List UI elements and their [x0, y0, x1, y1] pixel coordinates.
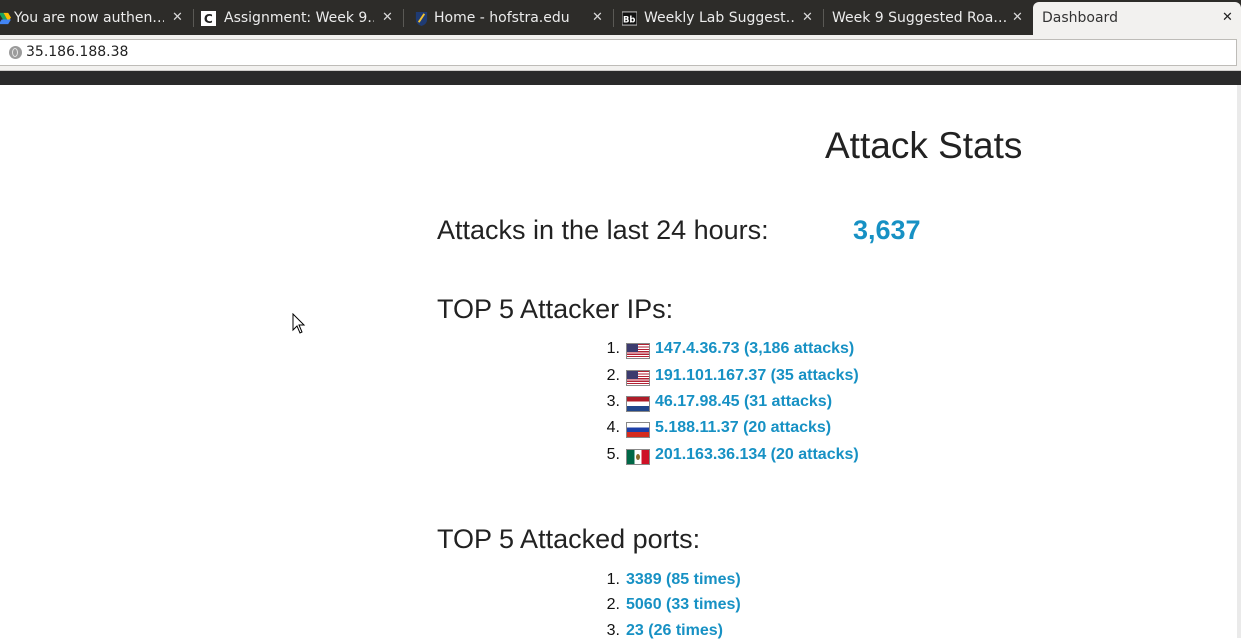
list-number: 3.: [606, 622, 620, 639]
list-number: 4.: [606, 419, 620, 436]
close-tab-icon[interactable]: ✕: [382, 2, 393, 34]
top-ports-heading: TOP 5 Attacked ports:: [437, 524, 701, 554]
list-number: 1.: [606, 571, 620, 588]
tab-label: Assignment: Week 9…: [224, 10, 374, 26]
mouse-cursor-icon: [292, 313, 306, 334]
list-number: 5.: [606, 446, 620, 463]
tab-label: Home - hofstra.edu: [434, 10, 570, 26]
google-drive-icon: [0, 12, 11, 25]
tab-dashboard[interactable]: Dashboard ✕: [1033, 2, 1241, 35]
site-header-bar: [0, 71, 1241, 85]
globe-icon: [9, 46, 22, 59]
mexico-flag-icon: [626, 449, 650, 465]
attacker-ip-link[interactable]: 201.163.36.134 (20 attacks): [655, 446, 859, 464]
attacker-ip-link[interactable]: 46.17.98.45 (31 attacks): [655, 393, 832, 411]
canvas-c-icon: C: [201, 11, 216, 26]
tab-label: Weekly Lab Suggest…: [644, 10, 794, 26]
svg-text:Bb: Bb: [623, 14, 635, 24]
tab-week-9-suggested-roadmap[interactable]: Week 9 Suggested Roa… ✕: [824, 2, 1033, 35]
attacked-port-link[interactable]: 5060 (33 times): [626, 596, 741, 614]
dashboard-page: Attack Stats Attacks in the last 24 hour…: [0, 85, 1241, 640]
close-tab-icon[interactable]: ✕: [1012, 2, 1023, 34]
list-number: 3.: [606, 393, 620, 410]
list-number: 2.: [606, 367, 620, 384]
tab-you-are-now-authenticated[interactable]: You are now authen… ✕: [0, 2, 193, 35]
tab-home-hofstra[interactable]: Home - hofstra.edu ✕: [404, 2, 613, 35]
close-tab-icon[interactable]: ✕: [802, 2, 813, 34]
url-input[interactable]: 35.186.188.38: [0, 39, 1237, 66]
russia-flag-icon: [626, 422, 650, 438]
attacker-ip-link[interactable]: 191.101.167.37 (35 attacks): [655, 367, 859, 385]
attacked-port-link[interactable]: 23 (26 times): [626, 622, 723, 640]
tab-assignment-week-9[interactable]: C Assignment: Week 9… ✕: [194, 2, 403, 35]
tab-strip: You are now authen… ✕ C Assignment: Week…: [0, 0, 1241, 35]
hofstra-shield-icon: [415, 11, 428, 26]
us-flag-icon: [626, 343, 650, 359]
attacker-ip-link[interactable]: 147.4.36.73 (3,186 attacks): [655, 340, 854, 358]
close-tab-icon[interactable]: ✕: [172, 2, 183, 34]
tab-label: You are now authen…: [14, 10, 164, 26]
attacks-count: 3,637: [853, 215, 921, 245]
url-text: 35.186.188.38: [26, 44, 129, 60]
scrollbar[interactable]: [1237, 85, 1241, 638]
svg-text:C: C: [204, 12, 213, 26]
list-number: 2.: [606, 596, 620, 613]
close-tab-icon[interactable]: ✕: [1222, 2, 1233, 34]
page-title: Attack Stats: [825, 125, 1023, 166]
us-flag-icon: [626, 370, 650, 386]
top-ips-heading: TOP 5 Attacker IPs:: [437, 294, 674, 324]
close-tab-icon[interactable]: ✕: [592, 2, 603, 34]
netherlands-flag-icon: [626, 396, 650, 412]
tab-weekly-lab-suggest[interactable]: Bb Weekly Lab Suggest… ✕: [614, 2, 823, 35]
attacks-heading: Attacks in the last 24 hours:: [437, 215, 769, 245]
blackboard-bb-icon: Bb: [622, 11, 637, 26]
tab-label: Week 9 Suggested Roa…: [832, 10, 1007, 26]
address-bar: 35.186.188.38: [0, 35, 1241, 71]
tab-label: Dashboard: [1042, 10, 1118, 26]
attacker-ip-link[interactable]: 5.188.11.37 (20 attacks): [655, 419, 831, 437]
attacked-port-link[interactable]: 3389 (85 times): [626, 571, 741, 589]
list-number: 1.: [606, 340, 620, 357]
